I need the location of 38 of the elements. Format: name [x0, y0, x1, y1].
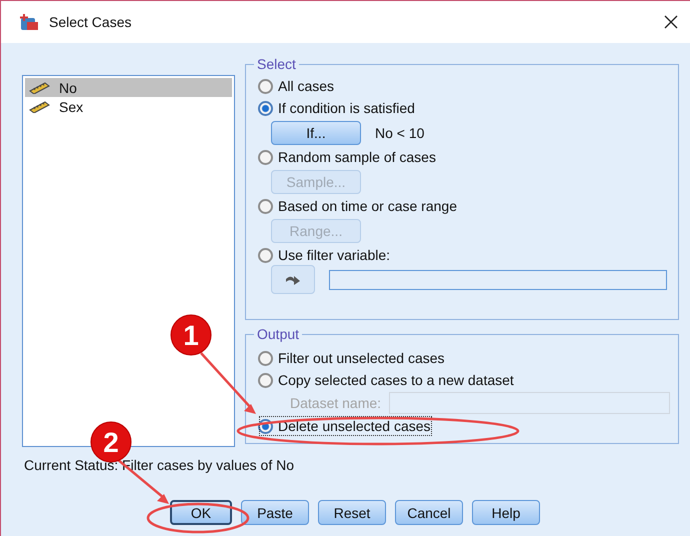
radio-option[interactable]: Random sample of cases: [258, 146, 436, 168]
condition-text: No < 10: [375, 124, 424, 140]
group-title: Select: [254, 56, 299, 72]
group-title: Output: [254, 326, 302, 342]
dialog-button[interactable]: Reset: [318, 500, 386, 525]
radio-option[interactable]: Filter out unselected cases: [258, 347, 445, 369]
field-label: Dataset name:: [290, 395, 382, 411]
radio-option[interactable]: Based on time or case range: [258, 195, 457, 217]
radio-button[interactable]: [258, 372, 273, 388]
ruler-icon: [29, 100, 51, 112]
radio-button[interactable]: [258, 248, 273, 262]
arrow-icon: [285, 274, 301, 286]
close-icon[interactable]: [664, 15, 678, 29]
dialog-button[interactable]: If...: [271, 120, 361, 144]
radio-option[interactable]: If condition is satisfied: [258, 97, 415, 119]
variable-item[interactable]: Sex: [25, 97, 232, 116]
radio-option[interactable]: Copy selected cases to a new dataset: [258, 369, 514, 391]
badge-number: 2: [103, 427, 119, 458]
radio-button[interactable]: [258, 78, 273, 94]
variable-item[interactable]: No: [25, 78, 232, 97]
ruler-icon: [29, 82, 51, 94]
number-badge: [170, 314, 212, 356]
app-icon: [19, 13, 39, 31]
radio-button[interactable]: [258, 350, 273, 366]
dialog-button[interactable]: Cancel: [395, 500, 463, 525]
radio-button[interactable]: [258, 100, 273, 116]
dataset-name-field[interactable]: [389, 392, 670, 414]
dialog-button[interactable]: Paste: [241, 500, 309, 525]
radio-button[interactable]: [258, 198, 273, 214]
radio-button[interactable]: [258, 150, 273, 164]
badge-number: 1: [183, 320, 199, 351]
move-button[interactable]: [271, 265, 315, 294]
window-title: Select Cases: [49, 14, 132, 30]
radio-option[interactable]: Use filter variable:: [258, 244, 390, 266]
arrow: [200, 352, 256, 414]
dialog-button[interactable]: Help: [472, 500, 540, 525]
filter-variable-field[interactable]: [329, 270, 667, 290]
radio-option[interactable]: All cases: [258, 75, 334, 97]
